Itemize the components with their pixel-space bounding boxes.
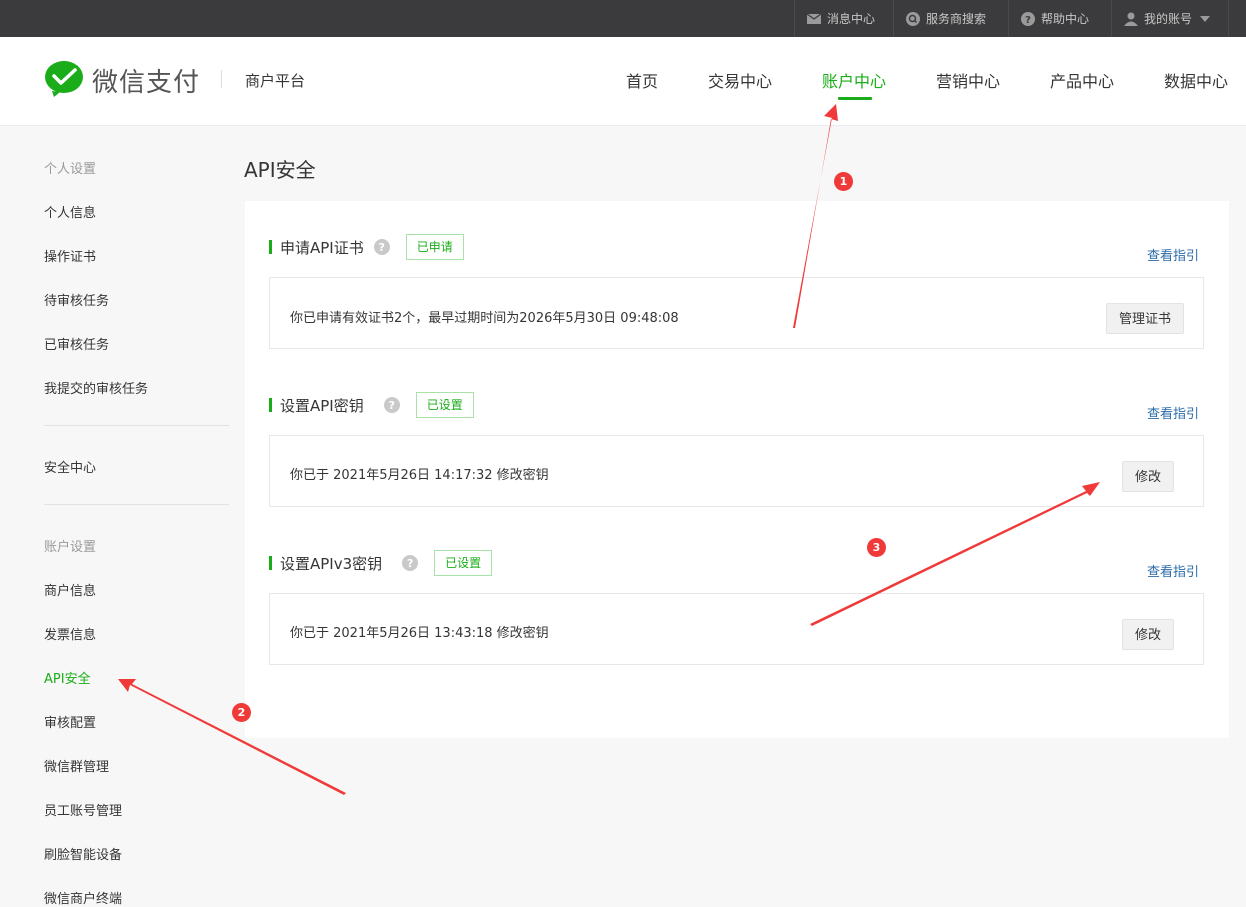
svg-text:?: ? bbox=[1025, 15, 1031, 26]
nav-product-center[interactable]: 产品中心 bbox=[1050, 68, 1114, 92]
logo-text: 微信支付 bbox=[92, 68, 201, 98]
annotation-number-2: 2 bbox=[232, 703, 251, 722]
nav-marketing-center[interactable]: 营销中心 bbox=[936, 68, 1000, 92]
section-api-cert-header: 申请API证书 ? 已申请 bbox=[269, 234, 464, 260]
section-marker bbox=[269, 398, 272, 412]
sidebar-group-account: 账户设置 bbox=[44, 540, 97, 555]
status-badge: 已设置 bbox=[434, 550, 493, 576]
view-guide-link[interactable]: 查看指引 bbox=[1147, 561, 1199, 580]
v3-key-status-text: 你已于 2021年5月26日 13:43:18 修改密钥 bbox=[290, 626, 549, 641]
modify-key-button[interactable]: 修改 bbox=[1122, 461, 1175, 492]
question-icon[interactable]: ? bbox=[383, 397, 400, 413]
sidebar-item-operation-cert[interactable]: 操作证书 bbox=[44, 246, 96, 265]
sidebar-divider bbox=[44, 504, 229, 505]
nav-active-indicator bbox=[838, 97, 872, 100]
cert-status-text: 你已申请有效证书2个，最早过期时间为2026年5月30日 09:48:08 bbox=[290, 311, 679, 326]
section-api-key-box: 你已于 2021年5月26日 14:17:32 修改密钥 修改 bbox=[269, 435, 1204, 507]
status-badge: 已设置 bbox=[415, 392, 474, 418]
section-title: 设置API密钥 bbox=[280, 396, 364, 415]
sidebar-item-my-submitted[interactable]: 我提交的审核任务 bbox=[44, 378, 148, 397]
section-marker bbox=[269, 556, 272, 570]
nav-data-center[interactable]: 数据中心 bbox=[1164, 68, 1228, 92]
sidebar-group-personal: 个人设置 bbox=[44, 162, 97, 177]
view-guide-link[interactable]: 查看指引 bbox=[1147, 245, 1199, 264]
logo-separator bbox=[221, 70, 222, 88]
platform-name: 商户平台 bbox=[245, 72, 306, 90]
provider-search-link[interactable]: 服务商搜索 bbox=[893, 0, 1007, 37]
help-center-link[interactable]: ? 帮助中心 bbox=[1008, 0, 1110, 37]
nav-home[interactable]: 首页 bbox=[626, 68, 658, 92]
help-center-label: 帮助中心 bbox=[1041, 12, 1090, 26]
user-icon bbox=[1124, 12, 1138, 26]
annotation-number-3: 3 bbox=[867, 538, 886, 557]
wechat-pay-logo-icon[interactable] bbox=[44, 61, 84, 101]
help-icon: ? bbox=[1021, 11, 1035, 26]
section-title: 申请API证书 bbox=[280, 238, 364, 257]
sidebar-item-security-center[interactable]: 安全中心 bbox=[44, 457, 96, 476]
nav-trade-center[interactable]: 交易中心 bbox=[708, 68, 772, 92]
sidebar-divider bbox=[44, 425, 229, 426]
status-badge: 已申请 bbox=[405, 234, 464, 260]
sidebar-item-merchant-info[interactable]: 商户信息 bbox=[44, 580, 96, 599]
section-apiv3-key-header: 设置APIv3密钥 ? 已设置 bbox=[269, 550, 493, 576]
section-title: 设置APIv3密钥 bbox=[280, 554, 383, 573]
view-guide-link[interactable]: 查看指引 bbox=[1147, 403, 1199, 422]
manage-cert-button[interactable]: 管理证书 bbox=[1106, 303, 1185, 334]
mail-icon bbox=[807, 13, 821, 24]
section-apiv3-key-box: 你已于 2021年5月26日 13:43:18 修改密钥 修改 bbox=[269, 593, 1204, 665]
sidebar-item-merchant-terminal[interactable]: 微信商户终端 bbox=[44, 888, 122, 907]
sidebar-item-pending-review[interactable]: 待审核任务 bbox=[44, 290, 109, 309]
question-icon[interactable]: ? bbox=[373, 239, 390, 255]
section-api-cert-box: 你已申请有效证书2个，最早过期时间为2026年5月30日 09:48:08 管理… bbox=[269, 277, 1204, 349]
modify-v3-key-button[interactable]: 修改 bbox=[1122, 619, 1175, 650]
sidebar-item-personal-info[interactable]: 个人信息 bbox=[44, 202, 96, 221]
section-api-key-header: 设置API密钥 ? 已设置 bbox=[269, 392, 474, 418]
key-status-text: 你已于 2021年5月26日 14:17:32 修改密钥 bbox=[290, 468, 549, 483]
sidebar-item-reviewed[interactable]: 已审核任务 bbox=[44, 334, 109, 353]
chevron-down-icon bbox=[1200, 15, 1211, 22]
page-title: API安全 bbox=[244, 158, 316, 182]
top-bar: 消息中心 服务商搜索 ? 帮助中心 我的账号 bbox=[0, 0, 1246, 37]
annotation-number-1: 1 bbox=[834, 172, 853, 191]
section-marker bbox=[269, 240, 272, 254]
sidebar-item-review-config[interactable]: 审核配置 bbox=[44, 712, 96, 731]
main-header: 微信支付 商户平台 首页 交易中心 账户中心 营销中心 产品中心 数据中心 bbox=[0, 37, 1246, 126]
message-center-link[interactable]: 消息中心 bbox=[794, 0, 892, 37]
sidebar-item-invoice-info[interactable]: 发票信息 bbox=[44, 624, 96, 643]
message-center-label: 消息中心 bbox=[827, 12, 876, 26]
sidebar-item-face-devices[interactable]: 刷脸智能设备 bbox=[44, 844, 122, 863]
sidebar-item-staff-accounts[interactable]: 员工账号管理 bbox=[44, 800, 122, 819]
search-icon bbox=[906, 11, 920, 26]
sidebar-item-api-security[interactable]: API安全 bbox=[44, 668, 91, 687]
question-icon[interactable]: ? bbox=[402, 555, 419, 571]
my-account-label: 我的账号 bbox=[1144, 12, 1193, 26]
sidebar-item-wechat-group[interactable]: 微信群管理 bbox=[44, 756, 109, 775]
provider-search-label: 服务商搜索 bbox=[926, 12, 987, 26]
my-account-menu[interactable]: 我的账号 bbox=[1111, 0, 1229, 37]
nav-account-center[interactable]: 账户中心 bbox=[822, 68, 886, 92]
